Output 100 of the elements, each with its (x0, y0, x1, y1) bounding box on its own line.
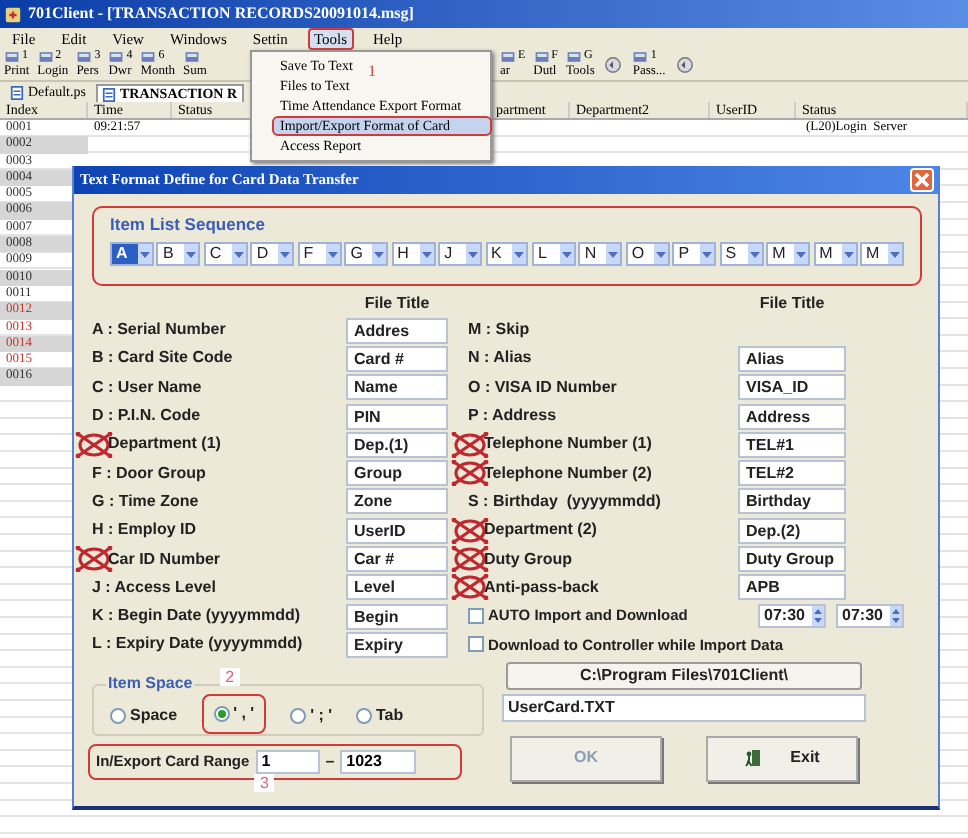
caret-icon (702, 251, 713, 257)
path-button[interactable]: C:\Program Files\701Client\ (506, 661, 862, 690)
text-field[interactable]: Car # (346, 546, 448, 573)
checkbox[interactable] (468, 636, 484, 653)
caret-icon (233, 251, 244, 257)
combo-box[interactable]: C (203, 242, 248, 266)
dialog-button[interactable]: Exit (706, 735, 858, 782)
annotation-number: 2 (219, 667, 241, 686)
radio-button[interactable]: ' ; ' (290, 703, 332, 728)
tool-icon (183, 50, 200, 64)
combo-box[interactable]: M (766, 242, 811, 266)
combo-box[interactable]: O (625, 242, 670, 266)
field-label: L : Expiry Date (yyyymmdd) (92, 632, 303, 657)
caret-icon (749, 251, 760, 257)
field-label: N : Alias (468, 346, 532, 371)
radio-button[interactable]: Tab (355, 703, 404, 728)
caret-icon (796, 251, 807, 257)
tool-icon (108, 50, 125, 64)
field-label: P : Address (468, 404, 557, 429)
combo-box[interactable]: J (438, 242, 482, 266)
app-icon (4, 5, 22, 23)
text-field[interactable]: UserID (346, 517, 448, 544)
spinner-arrows-icon (890, 606, 902, 627)
caret-icon (280, 251, 291, 257)
text-field[interactable]: VISA_ID (738, 374, 846, 401)
tool-icon (4, 50, 20, 64)
field-label: Car ID Number (108, 547, 221, 572)
text-field[interactable]: Level (346, 574, 448, 601)
text-field[interactable]: Expiry (346, 631, 448, 658)
text-field[interactable]: Group (346, 460, 448, 487)
combo-box[interactable]: M (860, 242, 904, 266)
file-name-field[interactable]: UserCard.TXT (502, 693, 866, 722)
caret-icon (655, 251, 666, 257)
text-field[interactable]: 1 (255, 749, 320, 774)
combo-box[interactable]: D (250, 242, 295, 266)
combo-box[interactable]: P (672, 242, 717, 266)
combo-box[interactable]: M (813, 242, 857, 266)
text-field[interactable]: Name (346, 374, 448, 401)
text-field[interactable]: Dep.(2) (738, 517, 846, 544)
column-title: File Title (362, 292, 432, 316)
radio-button[interactable]: Space (110, 703, 178, 728)
text-field[interactable]: Card # (346, 345, 448, 372)
text-field[interactable]: Addres (346, 317, 448, 344)
close-icon (914, 172, 930, 188)
caret-icon (468, 251, 478, 257)
caret-icon (139, 251, 150, 257)
group-title: Item List Sequence (110, 214, 267, 236)
field-label: J : Access Level (92, 575, 216, 600)
range-separator: – (325, 749, 335, 774)
field-label: G : Time Zone (92, 489, 199, 514)
tool-icon (37, 50, 54, 64)
field-label: Duty Group (484, 547, 572, 572)
text-field[interactable]: PIN (346, 403, 448, 430)
group-title: Item Space (106, 673, 195, 694)
column-title: File Title (757, 292, 827, 316)
caret-icon (186, 251, 197, 257)
spinner-arrows-icon (812, 606, 824, 627)
text-field[interactable]: Birthday (738, 488, 846, 515)
field-label: D : P.I.N. Code (92, 404, 201, 429)
text-field[interactable]: 1023 (340, 749, 417, 774)
text-field[interactable]: Dep.(1) (346, 431, 448, 458)
text-field[interactable]: Begin (346, 603, 448, 630)
combo-box[interactable]: S (719, 242, 764, 266)
caret-icon (843, 251, 853, 257)
caret-icon (889, 251, 900, 257)
document-icon (101, 87, 116, 101)
combo-box[interactable]: A (110, 242, 154, 266)
text-field[interactable]: Duty Group (738, 546, 846, 573)
text-field[interactable]: Address (738, 403, 846, 430)
combo-box[interactable]: G (344, 242, 389, 266)
annotation-number: 1 (368, 64, 376, 80)
time-spinner[interactable]: 07:30 (836, 604, 904, 629)
text-field[interactable]: Alias (738, 345, 846, 372)
tool-icon (76, 50, 93, 64)
caret-icon (327, 251, 338, 257)
field-label: K : Begin Date (yyyymmdd) (92, 604, 301, 629)
field-label: H : Employ ID (92, 518, 197, 543)
combo-box[interactable]: L (531, 242, 576, 266)
close-button[interactable] (910, 168, 934, 192)
field-label: M : Skip (468, 318, 530, 343)
text-field[interactable]: APB (738, 574, 846, 601)
caret-icon (421, 251, 432, 257)
tool-icon (632, 50, 649, 64)
combo-box[interactable]: H (391, 242, 436, 266)
field-label: O : VISA ID Number (468, 375, 617, 400)
text-field[interactable]: Zone (346, 488, 448, 515)
combo-box[interactable]: N (578, 242, 623, 266)
combo-box[interactable]: B (156, 242, 201, 266)
combo-box[interactable]: K (485, 242, 529, 266)
combo-box[interactable]: F (297, 242, 342, 266)
field-label: Department (2) (484, 518, 597, 543)
tool-icon (533, 50, 550, 64)
checkbox[interactable] (468, 608, 484, 625)
annotation-number: 3 (254, 773, 275, 792)
tool-icon (500, 50, 516, 64)
text-field[interactable]: TEL#1 (738, 431, 846, 458)
window-title: 701Client - [TRANSACTION RECORDS20091014.msg] (28, 2, 414, 26)
field-label: B : Card Site Code (92, 346, 233, 371)
time-spinner[interactable]: 07:30 (758, 604, 826, 629)
text-field[interactable]: TEL#2 (738, 460, 846, 487)
